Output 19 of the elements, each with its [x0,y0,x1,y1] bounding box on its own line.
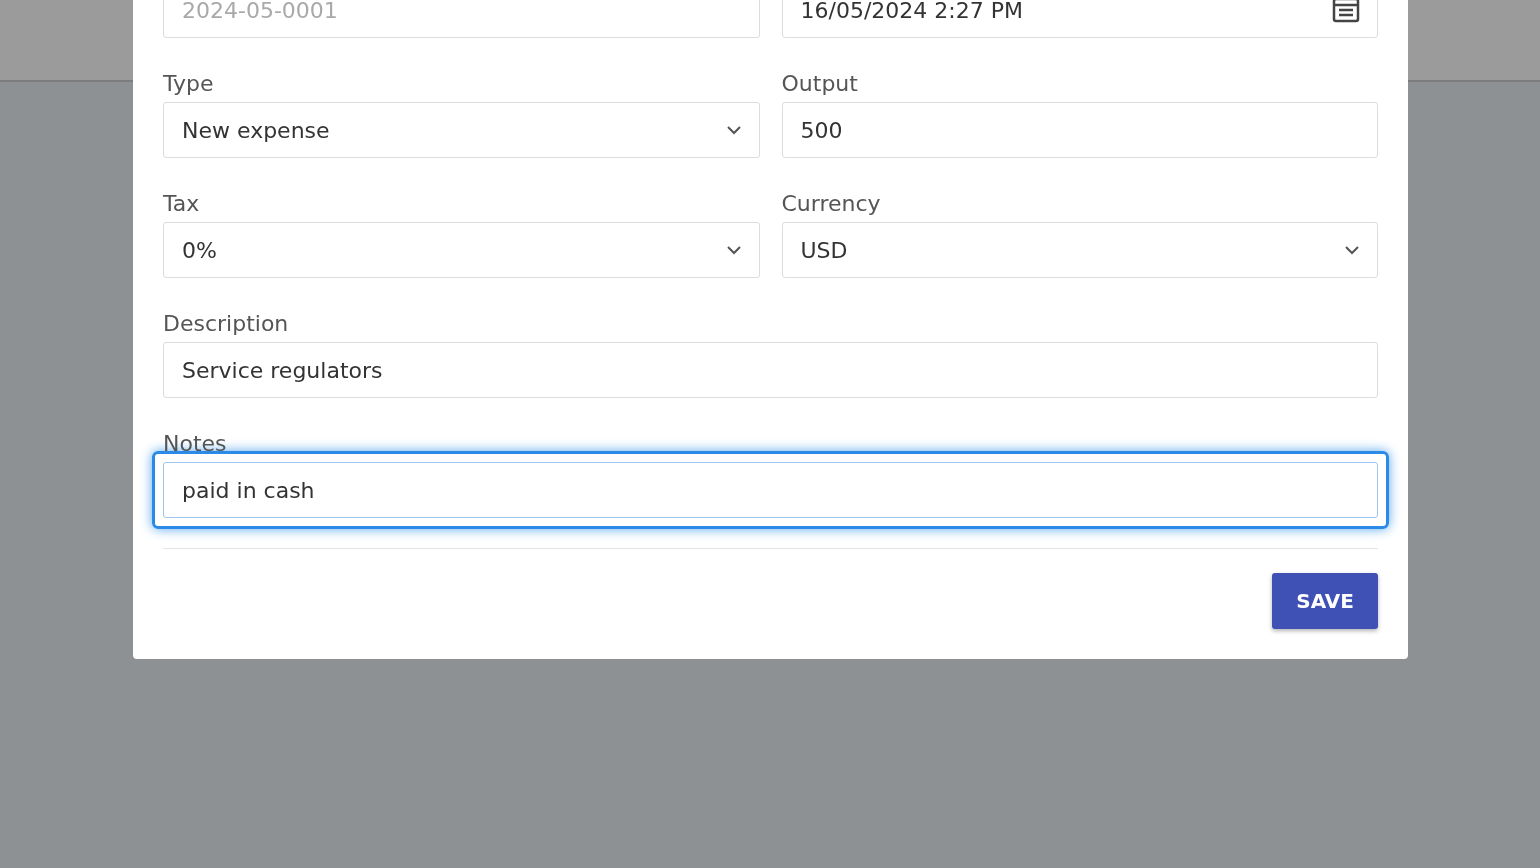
chevron-down-icon [725,125,742,135]
input-field[interactable]: 2024-05-0001 [163,0,760,38]
field-label: Description [163,310,290,338]
date-field[interactable]: 16/05/2024 2:27 PM [781,0,1378,38]
calendar-icon[interactable] [1332,0,1360,23]
save-button[interactable]: SAVE [1272,573,1378,629]
select-field[interactable]: USD [781,222,1378,278]
input-field[interactable]: Service regulators [163,342,1378,398]
chevron-down-icon [725,245,742,255]
field-label: Tax [163,190,201,218]
field-label: Type [163,70,215,98]
field-label: Notes [163,430,228,458]
input-field[interactable]: paid in cash [163,462,1378,518]
input-field[interactable]: 500 [781,102,1378,158]
select-field[interactable]: New expense [163,102,760,158]
select-field[interactable]: 0% [163,222,760,278]
field-label: Output [781,70,859,98]
field-label: Currency [781,190,882,218]
chevron-down-icon [1344,245,1360,255]
